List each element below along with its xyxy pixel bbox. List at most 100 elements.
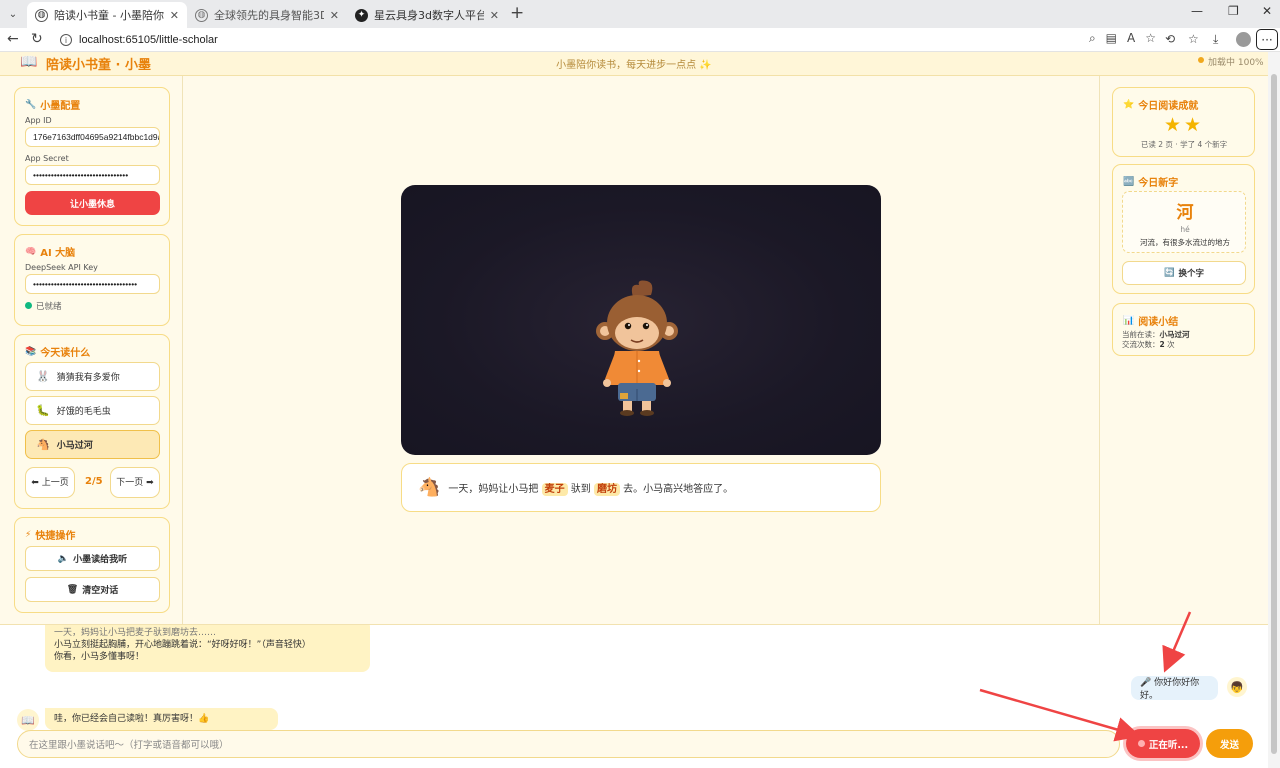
book-item-active[interactable]: 🐴 小马过河 <box>25 430 160 459</box>
current-reading-value: 小马过河 <box>1159 330 1190 339</box>
clear-chat-label: 清空对话 <box>82 586 119 596</box>
page-scrollbar[interactable] <box>1268 52 1280 768</box>
send-button[interactable]: 发送 <box>1206 729 1253 758</box>
tab-close-icon[interactable]: ✕ <box>490 9 499 22</box>
books-card-header: 📚 今天读什么 <box>25 344 91 360</box>
story-keyword[interactable]: 磨坊 <box>593 483 620 496</box>
recording-dot-icon <box>1137 740 1145 747</box>
browser-tab[interactable]: ✦ 星云具身3d数字人平台 ✕ <box>347 2 507 28</box>
voice-record-button[interactable]: 正在听... <box>1126 729 1200 758</box>
horse-icon: 🐴 <box>418 477 441 498</box>
lightning-icon: ⚡ <box>25 529 32 540</box>
new-word-card: 🔤 今日新字 河 hé 河流，有很多水流过的地方 🔄 换个字 <box>1112 164 1255 294</box>
right-sidebar: ⭐ 今日阅读成就 ★★ 已读 2 页 · 学了 4 个新字 🔤 今日新字 河 h… <box>1099 76 1268 624</box>
read-aloud-button[interactable]: 🔈 小墨读给我听 <box>25 546 160 571</box>
tab-close-icon[interactable]: ✕ <box>330 9 339 22</box>
current-reading-label: 当前在读： <box>1122 330 1160 339</box>
ai-card-header: 🧠 AI 大脑 <box>25 244 75 260</box>
new-tab-plus-icon[interactable]: + <box>510 4 524 22</box>
browser-tab[interactable]: ◍ 全球领先的具身智能3D数字人开放 ✕ <box>187 2 347 28</box>
downloads-icon[interactable]: ⤓ <box>1213 32 1218 47</box>
swap-word-label: 换个字 <box>1178 269 1205 279</box>
scrollbar-thumb[interactable] <box>1271 74 1277 754</box>
favorites-icon[interactable]: ☆ <box>1188 32 1199 46</box>
api-key-input[interactable]: ••••••••••••••••••••••••••••••••••• <box>25 274 160 294</box>
chat-message-assistant: 哇，你已经会自己读啦！真厉害呀！👍 <box>45 708 278 730</box>
chat-count-unit: 次 <box>1164 340 1175 349</box>
avatar-stage[interactable] <box>401 185 881 455</box>
site-info-icon[interactable]: i <box>60 34 72 46</box>
new-word-card-title: 今日新字 <box>1138 178 1179 189</box>
achievement-summary: 已读 2 页 · 学了 4 个新字 <box>1140 140 1228 149</box>
tab-label: 陪读小书童 - 小墨陪你读书 <box>54 9 164 22</box>
chat-line: 一天，妈妈让小马把麦子驮到磨坊去…… <box>54 628 217 638</box>
rest-button[interactable]: 让小墨休息 <box>25 191 160 215</box>
story-text: 一天，妈妈让小马把 麦子 驮到 磨坊 去。小马高兴地答应了。 <box>448 480 734 496</box>
summary-card-title: 阅读小结 <box>1138 317 1179 328</box>
app-secret-input[interactable]: •••••••••••••••••••••••••••••••• <box>25 165 160 185</box>
chat-message-assistant: 一天，妈妈让小马把麦子驮到磨坊去…… 小马立刻挺起胸脯，开心地蹦跳着说：“好呀好… <box>45 625 370 672</box>
word-pinyin: hé <box>1180 225 1190 234</box>
book-item[interactable]: 🐰 猜猜我有多爱你 <box>25 362 160 391</box>
browser-tab-active[interactable]: ◍ 陪读小书童 - 小墨陪你读书 ✕ <box>27 2 187 28</box>
brain-icon: 🧠 <box>25 246 37 257</box>
summary-card: 📊 阅读小结 当前在读：小马过河 交流次数：2 次 <box>1112 303 1255 356</box>
new-word-card-header: 🔤 今日新字 <box>1123 174 1179 190</box>
restore-icon[interactable]: ❐ <box>1228 4 1239 18</box>
swap-word-button[interactable]: 🔄 换个字 <box>1122 261 1246 285</box>
page-indicator: 2/5 <box>85 476 103 487</box>
next-page-button[interactable]: 下一页 ➡ <box>110 467 160 498</box>
tab-close-icon[interactable]: ✕ <box>170 9 179 22</box>
read-aloud-icon[interactable]: A <box>1127 31 1135 46</box>
minimize-icon[interactable]: — <box>1191 4 1203 18</box>
clear-chat-button[interactable]: 🗑 清空对话 <box>25 577 160 602</box>
window-close-icon[interactable]: ✕ <box>1262 4 1272 18</box>
achievement-card-header: ⭐ 今日阅读成就 <box>1123 97 1198 113</box>
story-text-part: 去。小马高兴地答应了。 <box>623 484 734 495</box>
abc-icon: 🔤 <box>1123 176 1135 187</box>
back-arrow-icon[interactable]: ← <box>7 31 19 47</box>
app-header: 📖 陪读小书童 · 小墨 小墨陪你读书，每天进步一点点 ✨ 加载中 100% <box>0 52 1268 76</box>
reload-icon[interactable]: ↻ <box>31 31 43 47</box>
chat-line: 你看，小马多懂事呀！ <box>54 652 145 662</box>
tab-label: 星云具身3d数字人平台 <box>374 9 484 22</box>
app-id-label: App ID <box>25 116 52 125</box>
chart-icon: 📊 <box>1123 315 1135 326</box>
book-title: 好饿的毛毛虫 <box>56 407 111 417</box>
books-card-title: 今天读什么 <box>40 348 91 359</box>
story-caption: 🐴 一天，妈妈让小马把 麦子 驮到 磨坊 去。小马高兴地答应了。 <box>401 463 881 512</box>
horse-icon: 🐴 <box>36 438 50 451</box>
chat-input[interactable]: 在这里跟小墨说话吧～（打字或语音都可以哦） <box>17 730 1120 758</box>
app-id-input[interactable]: 176e7163dff04695a9214fbbc1d9a <box>25 127 160 147</box>
chat-count: 交流次数：2 次 <box>1122 339 1175 350</box>
star-icon: ⭐ <box>1123 99 1135 110</box>
word-display: 河 hé 河流，有很多水流过的地方 <box>1122 191 1246 253</box>
chat-message-user: 🎤 你好你好你好。 <box>1131 676 1218 701</box>
url-text[interactable]: localhost:65105/little-scholar <box>79 34 218 46</box>
extensions-icon[interactable]: ⟲ <box>1165 32 1175 46</box>
quick-card-header: ⚡ 快捷操作 <box>25 527 75 543</box>
book-title: 猜猜我有多爱你 <box>56 373 120 383</box>
caterpillar-icon: 🐛 <box>36 404 50 417</box>
word-character: 河 <box>1176 203 1194 223</box>
story-keyword[interactable]: 麦子 <box>541 483 568 496</box>
profile-avatar[interactable] <box>1236 32 1251 47</box>
more-menu-button[interactable]: ··· <box>1256 29 1278 50</box>
globe-icon: ◍ <box>195 8 208 22</box>
address-bar[interactable]: i localhost:65105/little-scholar ⌕ ▤ A ☆ <box>52 29 1156 51</box>
books-card: 📚 今天读什么 🐰 猜猜我有多爱你 🐛 好饿的毛毛虫 🐴 小马过河 ⬅ 上一页 … <box>14 334 170 509</box>
tab-list-chevron-icon[interactable]: ⌄ <box>4 5 22 23</box>
reader-mode-icon[interactable]: ▤ <box>1106 31 1117 46</box>
site-logo-icon: ✦ <box>355 8 368 22</box>
prev-page-button[interactable]: ⬅ 上一页 <box>25 467 75 498</box>
book-item[interactable]: 🐛 好饿的毛毛虫 <box>25 396 160 425</box>
chat-count-label: 交流次数： <box>1122 340 1160 349</box>
app-secret-label: App Secret <box>25 154 69 163</box>
load-status-dot <box>1198 57 1204 63</box>
favorite-star-icon[interactable]: ☆ <box>1145 31 1156 46</box>
word-meaning: 河流，有很多水流过的地方 <box>1140 238 1230 247</box>
rabbit-icon: 🐰 <box>36 370 50 383</box>
story-text-part: 驮到 <box>570 484 591 495</box>
zoom-icon[interactable]: ⌕ <box>1089 31 1096 46</box>
tab-label: 全球领先的具身智能3D数字人开放 <box>214 9 324 22</box>
